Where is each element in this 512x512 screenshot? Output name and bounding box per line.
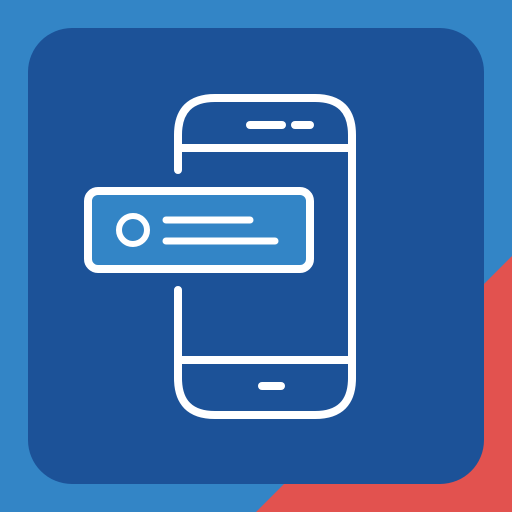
app-icon xyxy=(0,0,512,512)
app-icon-artwork xyxy=(0,0,512,512)
notification-banner-icon xyxy=(84,187,314,273)
